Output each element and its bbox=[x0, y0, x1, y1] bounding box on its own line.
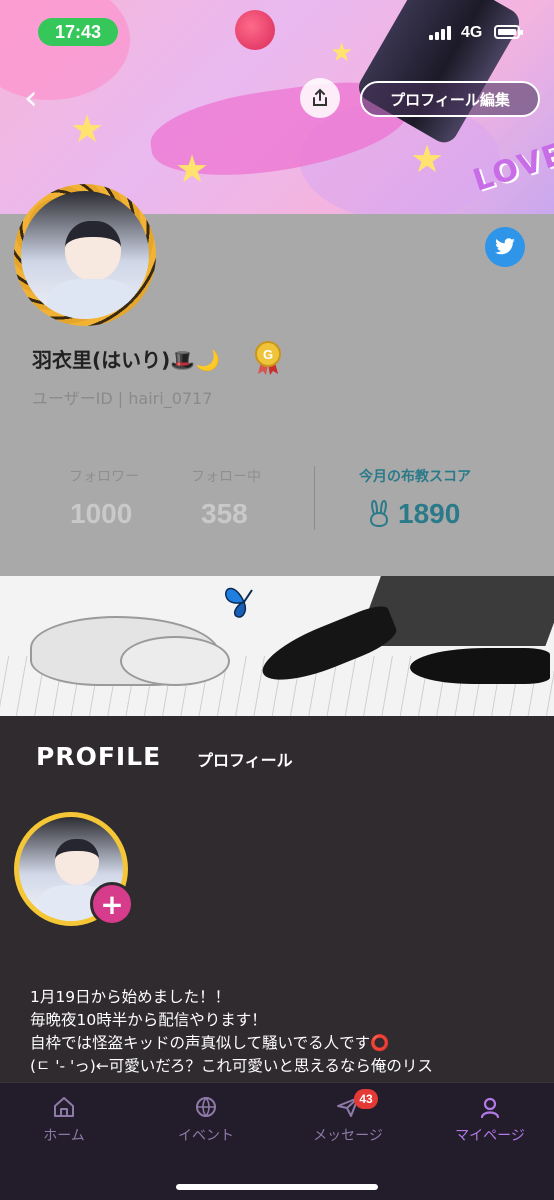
tab-event[interactable]: イベント bbox=[146, 1095, 266, 1145]
user-icon bbox=[480, 1097, 500, 1119]
status-bar: 17:43 4G bbox=[0, 0, 554, 62]
message-badge: 43 bbox=[354, 1089, 378, 1109]
plus-icon: + bbox=[100, 887, 124, 921]
stats-divider bbox=[314, 466, 315, 530]
signal-icon bbox=[429, 24, 451, 40]
tab-message[interactable]: 43 メッセージ bbox=[288, 1089, 408, 1145]
butterfly-icon bbox=[225, 587, 253, 618]
globe-icon bbox=[196, 1097, 216, 1117]
profile-banner-illustration bbox=[0, 576, 554, 716]
tab-home[interactable]: ホーム bbox=[4, 1095, 124, 1145]
profile-section-subtitle: プロフィール bbox=[197, 751, 293, 770]
network-type: 4G bbox=[461, 24, 483, 41]
tab-bar: ホーム イベント 43 メッセージ マイページ bbox=[0, 1082, 554, 1200]
share-button[interactable] bbox=[300, 78, 340, 118]
tab-mypage[interactable]: マイページ bbox=[430, 1095, 550, 1145]
battery-icon bbox=[494, 25, 523, 39]
twitter-icon bbox=[495, 238, 515, 255]
rabbit-icon bbox=[370, 500, 388, 527]
following-label[interactable]: フォロー中 bbox=[191, 466, 261, 486]
avatar[interactable] bbox=[14, 184, 156, 326]
tab-mypage-label: マイページ bbox=[455, 1128, 525, 1144]
followers-label[interactable]: フォロワー bbox=[69, 466, 139, 486]
edit-profile-button[interactable]: プロフィール編集 bbox=[360, 81, 540, 117]
back-icon[interactable]: ‹ bbox=[24, 78, 38, 118]
bio-text: 1月19日から始めました！！ 毎晩夜10時半から配信やります！ 自枠では怪盗キッ… bbox=[30, 986, 530, 1078]
display-name: 羽衣里(はいり)🎩🌙 bbox=[32, 348, 221, 372]
profile-section-title: PROFILE bbox=[36, 742, 162, 771]
svg-text:G: G bbox=[263, 347, 273, 362]
bio-line: 毎晩夜10時半から配信やります！ bbox=[30, 1011, 267, 1029]
bio-line: 1月19日から始めました！！ bbox=[30, 988, 231, 1006]
score-label: 今月の布教スコア bbox=[359, 469, 471, 485]
home-indicator bbox=[176, 1184, 378, 1190]
share-icon bbox=[313, 88, 327, 106]
tab-message-label: メッセージ bbox=[313, 1128, 383, 1144]
following-count[interactable]: 358 bbox=[201, 498, 248, 530]
score-number: 1890 bbox=[398, 498, 461, 529]
home-icon bbox=[54, 1097, 74, 1117]
bio-line: (ㄷ '- 'っ)←可愛いだろ？これ可愛いと思えるなら俺のリス bbox=[30, 1057, 433, 1075]
user-id: ユーザーID | hairi_0717 bbox=[32, 389, 213, 408]
tab-event-label: イベント bbox=[178, 1128, 234, 1144]
tab-home-label: ホーム bbox=[43, 1128, 85, 1144]
bio-line: 自枠では怪盗キッドの声真似して騒いでる人です⭕ bbox=[30, 1034, 390, 1052]
score-value-group: 1890 bbox=[366, 498, 460, 530]
twitter-button[interactable] bbox=[485, 227, 525, 267]
status-time: 17:43 bbox=[38, 18, 118, 46]
followers-count[interactable]: 1000 bbox=[70, 498, 132, 530]
add-button[interactable]: + bbox=[90, 882, 134, 926]
gold-medal-icon: G bbox=[255, 341, 281, 375]
